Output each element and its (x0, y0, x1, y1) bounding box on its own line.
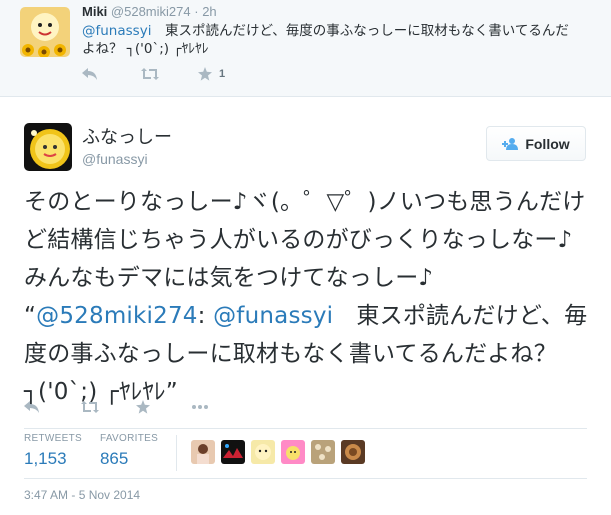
retweets-stat[interactable]: RETWEETS 1,153 (24, 433, 82, 475)
parent-favorite-button[interactable]: 1 (198, 64, 256, 84)
favoriter-avatar[interactable] (191, 440, 216, 464)
quote-mention-528miki274[interactable]: @528miki274 (36, 303, 198, 329)
retweet-icon (81, 401, 99, 413)
main-author-name[interactable]: ふなっしー (82, 123, 172, 149)
parent-retweet-button[interactable] (140, 64, 198, 84)
parent-header: Miki @528miki274 · 2h (82, 4, 217, 19)
divider (24, 428, 587, 429)
star-icon (198, 67, 212, 81)
favoriter-avatar[interactable] (221, 440, 246, 464)
favorites-label: FAVORITES (99, 433, 159, 444)
parent-mention-link[interactable]: @funassyi (82, 23, 151, 39)
follow-label: Follow (525, 135, 570, 152)
favoriter-avatar[interactable] (281, 440, 306, 464)
tweet-stats: RETWEETS 1,153 FAVORITES 865 (24, 433, 371, 475)
more-dots-icon (192, 405, 208, 409)
quote-open: “ (24, 303, 37, 329)
parent-actions: 1 (82, 64, 256, 84)
parent-author-name[interactable]: Miki (82, 4, 107, 19)
tweet-timestamp[interactable]: 3:47 AM - 5 Nov 2014 (24, 488, 140, 502)
parent-favorite-count: 1 (219, 68, 226, 80)
favoriter-avatar[interactable] (341, 440, 366, 464)
follow-person-icon (502, 137, 519, 150)
follow-button[interactable]: Follow (486, 126, 586, 161)
favoriter-avatars (191, 440, 371, 475)
main-retweet-button[interactable] (80, 397, 136, 417)
retweets-count: 1,153 (24, 449, 67, 468)
favoriter-avatar[interactable] (311, 440, 336, 464)
main-reply-button[interactable] (24, 397, 80, 417)
main-more-button[interactable] (192, 397, 248, 417)
main-tweet-text: そのとーりなっしー♪ヾ(。゜▽゜)ノいつも思うんだけど結構信じちゃう人がいるのが… (24, 183, 589, 411)
favorites-stat[interactable]: FAVORITES 865 (100, 433, 158, 475)
parent-tweet-text: @funassyi 東スポ読んだけど、毎度の事ふなっしーに取材もなく書いてるんだ… (82, 22, 582, 58)
main-actions (24, 397, 248, 417)
reply-icon (24, 401, 39, 413)
main-avatar[interactable] (24, 123, 72, 171)
parent-time[interactable]: 2h (202, 4, 216, 19)
meta-separator: · (194, 4, 199, 19)
main-favorite-button[interactable] (136, 397, 192, 417)
parent-avatar[interactable] (20, 7, 70, 57)
parent-tweet[interactable]: Miki @528miki274 · 2h @funassyi 東スポ読んだけど… (0, 0, 611, 97)
retweet-icon (141, 68, 159, 80)
retweets-label: RETWEETS (24, 433, 82, 444)
parent-text-body: 東スポ読んだけど、毎度の事ふなっしーに取材もなく書いてるんだよね？ ┐('0`;… (82, 23, 569, 57)
quote-colon: : (197, 303, 214, 329)
parent-author-handle[interactable]: @528miki274 (111, 4, 191, 19)
parent-reply-button[interactable] (82, 64, 140, 84)
quote-mention-funassyi[interactable]: @funassyi (213, 303, 333, 329)
reply-icon (82, 68, 97, 80)
main-text-intro: そのとーりなっしー♪ヾ(。゜▽゜)ノいつも思うんだけど結構信じちゃう人がいるのが… (24, 189, 586, 291)
main-author-handle[interactable]: @funassyi (82, 151, 148, 167)
star-icon (136, 400, 150, 414)
favorites-count: 865 (99, 449, 129, 468)
divider (24, 478, 587, 479)
favoriter-avatar[interactable] (251, 440, 276, 464)
stats-divider (176, 435, 178, 471)
